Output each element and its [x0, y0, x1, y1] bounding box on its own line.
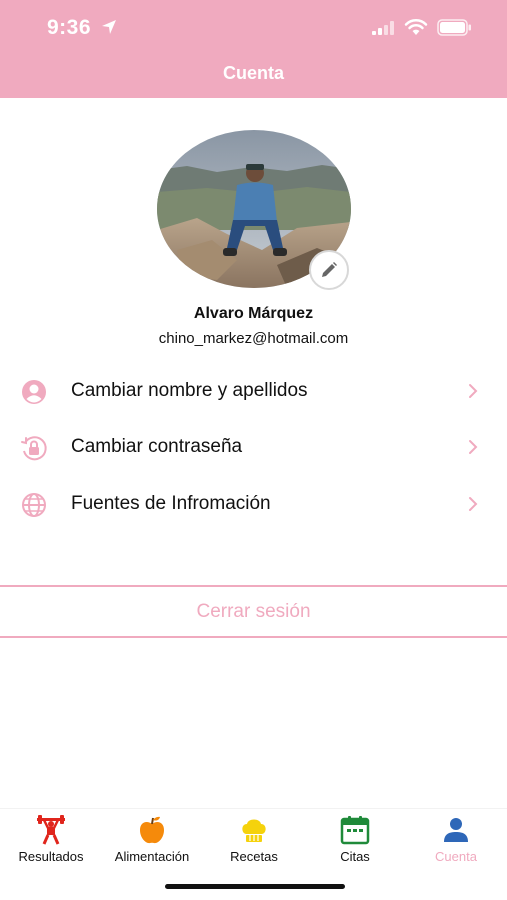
- status-time: 9:36: [47, 16, 92, 39]
- apple-icon: [140, 816, 164, 844]
- menu-item-change-name[interactable]: Cambiar nombre y apellidos: [0, 366, 507, 416]
- top-bar: 9:36 Cuenta: [0, 0, 507, 98]
- edit-photo-button[interactable]: [309, 250, 349, 290]
- tab-recetas[interactable]: Recetas: [204, 809, 304, 869]
- logout-button[interactable]: Cerrar sesión: [0, 588, 507, 636]
- divider: [0, 585, 507, 587]
- location-arrow-icon: [102, 20, 116, 34]
- chevron-right-icon: [469, 497, 478, 511]
- menu-item-change-password[interactable]: Cambiar contraseña: [0, 422, 507, 472]
- tab-label: Resultados: [18, 849, 84, 864]
- tab-label: Recetas: [230, 849, 278, 864]
- tab-citas[interactable]: Citas: [305, 809, 405, 869]
- home-indicator: [165, 884, 345, 889]
- tab-resultados[interactable]: Resultados: [1, 809, 101, 869]
- person-icon: [444, 818, 468, 842]
- pencil-icon: [322, 262, 337, 277]
- tab-label: Cuenta: [435, 849, 477, 864]
- user-circle-icon: [22, 380, 46, 404]
- battery-icon: [437, 19, 471, 36]
- user-email: chino_markez@hotmail.com: [158, 330, 349, 347]
- tab-label: Alimentación: [114, 849, 190, 864]
- tab-alimentacion[interactable]: Alimentación: [102, 809, 202, 869]
- calendar-icon: [340, 816, 370, 845]
- chevron-right-icon: [469, 384, 478, 398]
- globe-icon: [22, 493, 46, 517]
- cellular-signal-icon: [372, 21, 394, 35]
- menu-label: Fuentes de Infromación: [71, 493, 271, 514]
- page-title: Cuenta: [222, 63, 284, 83]
- chef-hat-icon: [242, 819, 266, 842]
- divider: [0, 636, 507, 638]
- lock-refresh-icon: [21, 436, 47, 461]
- menu-label: Cambiar contraseña: [71, 436, 243, 457]
- chevron-right-icon: [469, 440, 478, 454]
- menu-item-info-sources[interactable]: Fuentes de Infromación: [0, 479, 507, 529]
- wifi-icon: [404, 19, 428, 35]
- weightlifter-icon: [37, 815, 65, 845]
- user-name: Alvaro Márquez: [193, 305, 314, 322]
- menu-label: Cambiar nombre y apellidos: [71, 380, 308, 401]
- tab-cuenta[interactable]: Cuenta: [406, 809, 506, 869]
- tab-label: Citas: [340, 849, 370, 864]
